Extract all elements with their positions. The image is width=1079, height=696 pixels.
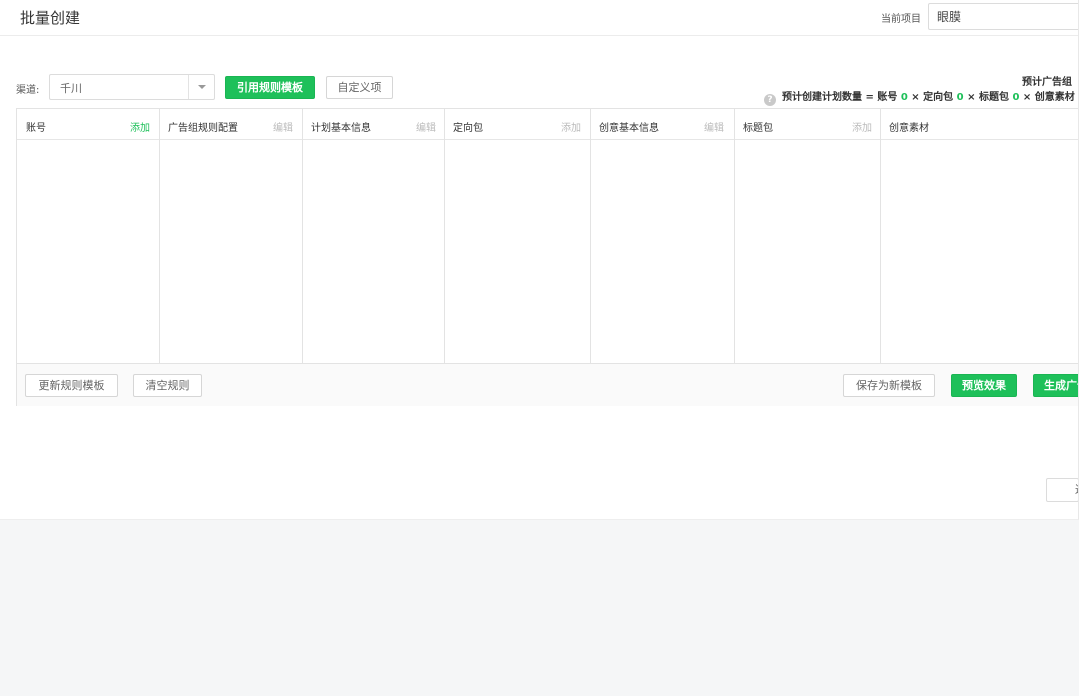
custom-item-button[interactable]: 自定义项 (326, 76, 393, 99)
edit-creative-info-link[interactable]: 编辑 (704, 119, 724, 134)
column-divider (159, 109, 160, 363)
channel-select[interactable]: 千川 (49, 74, 215, 100)
page-title: 批量创建 (20, 9, 81, 27)
column-title: 定向包 (453, 123, 483, 134)
title-package-count: 0 (1012, 92, 1020, 103)
title-package-label: 标题包 (978, 92, 1009, 103)
channel-label: 渠道: (16, 85, 40, 96)
column-title: 创意素材 (889, 123, 929, 134)
column-header-creative-info: 创意基本信息 编辑 (590, 109, 734, 140)
account-count: 0 (900, 92, 908, 103)
generate-ads-button[interactable]: 生成广告 (1033, 374, 1078, 397)
question-circle-icon[interactable]: ? (764, 94, 776, 106)
column-divider (590, 109, 591, 363)
creative-material-label: 创意素材 (1034, 92, 1075, 103)
table-header: 账号 添加 广告组规则配置 编辑 计划基本信息 编辑 定向包 添加 创意基本信息… (17, 109, 1078, 140)
estimate-formula: ? 预计创建计划数量 = 账号 0 × 定向包 0 × 标题包 0 × 创意素材 (764, 88, 1075, 106)
column-divider (302, 109, 303, 363)
column-header-title-package: 标题包 添加 (734, 109, 880, 140)
times-sign: × (1022, 92, 1032, 103)
current-project-input[interactable] (928, 3, 1078, 30)
times-sign: × (967, 92, 976, 103)
column-title: 创意基本信息 (599, 123, 659, 134)
edit-plan-info-link[interactable]: 编辑 (416, 119, 436, 134)
add-targeting-package-link[interactable]: 添加 (561, 119, 581, 134)
channel-select-value: 千川 (60, 82, 82, 95)
preview-effect-button[interactable]: 预览效果 (951, 374, 1017, 397)
column-title: 标题包 (743, 123, 773, 134)
column-divider (880, 109, 881, 363)
times-sign: × (911, 92, 920, 103)
current-project-label: 当前项目 (881, 14, 921, 25)
channel-dropdown-toggle[interactable] (188, 75, 214, 99)
caret-down-icon (198, 85, 206, 89)
column-header-targeting-package: 定向包 添加 (444, 109, 590, 140)
column-title: 广告组规则配置 (168, 123, 238, 134)
column-divider (734, 109, 735, 363)
targeting-count: 0 (956, 92, 964, 103)
apply-rule-template-button[interactable]: 引用规则模板 (225, 76, 315, 99)
clear-rules-button[interactable]: 清空规则 (133, 374, 202, 397)
column-header-ad-group-rules: 广告组规则配置 编辑 (159, 109, 302, 140)
column-header-creative-material: 创意素材 (880, 109, 1078, 140)
estimate-ad-group-title: 预计广告组 (1022, 77, 1072, 88)
targeting-label: 定向包 (923, 92, 954, 103)
table-footer: 更新规则模板 清空规则 保存为新模板 预览效果 生成广告 (17, 363, 1078, 406)
save-as-new-template-button[interactable]: 保存为新模板 (843, 374, 935, 397)
column-title: 计划基本信息 (311, 123, 371, 134)
add-title-package-link[interactable]: 添加 (852, 119, 872, 134)
add-account-link[interactable]: 添加 (130, 119, 150, 134)
page: 批量创建 当前项目 渠道: 千川 引用规则模板 自定义项 预计广告组 ? 预计创建… (0, 0, 1079, 520)
update-rule-template-button[interactable]: 更新规则模板 (25, 374, 118, 397)
column-header-account: 账号 添加 (17, 109, 159, 140)
rule-config-table: 账号 添加 广告组规则配置 编辑 计划基本信息 编辑 定向包 添加 创意基本信息… (16, 108, 1078, 406)
column-header-plan-info: 计划基本信息 编辑 (302, 109, 444, 140)
estimate-prefix: 预计创建计划数量 = 账号 (782, 92, 898, 103)
edit-ad-group-rules-link[interactable]: 编辑 (273, 119, 293, 134)
column-divider (444, 109, 445, 363)
column-title: 账号 (26, 123, 46, 134)
page-header: 批量创建 当前项目 (0, 0, 1078, 36)
back-button[interactable]: 返回 (1046, 478, 1078, 502)
